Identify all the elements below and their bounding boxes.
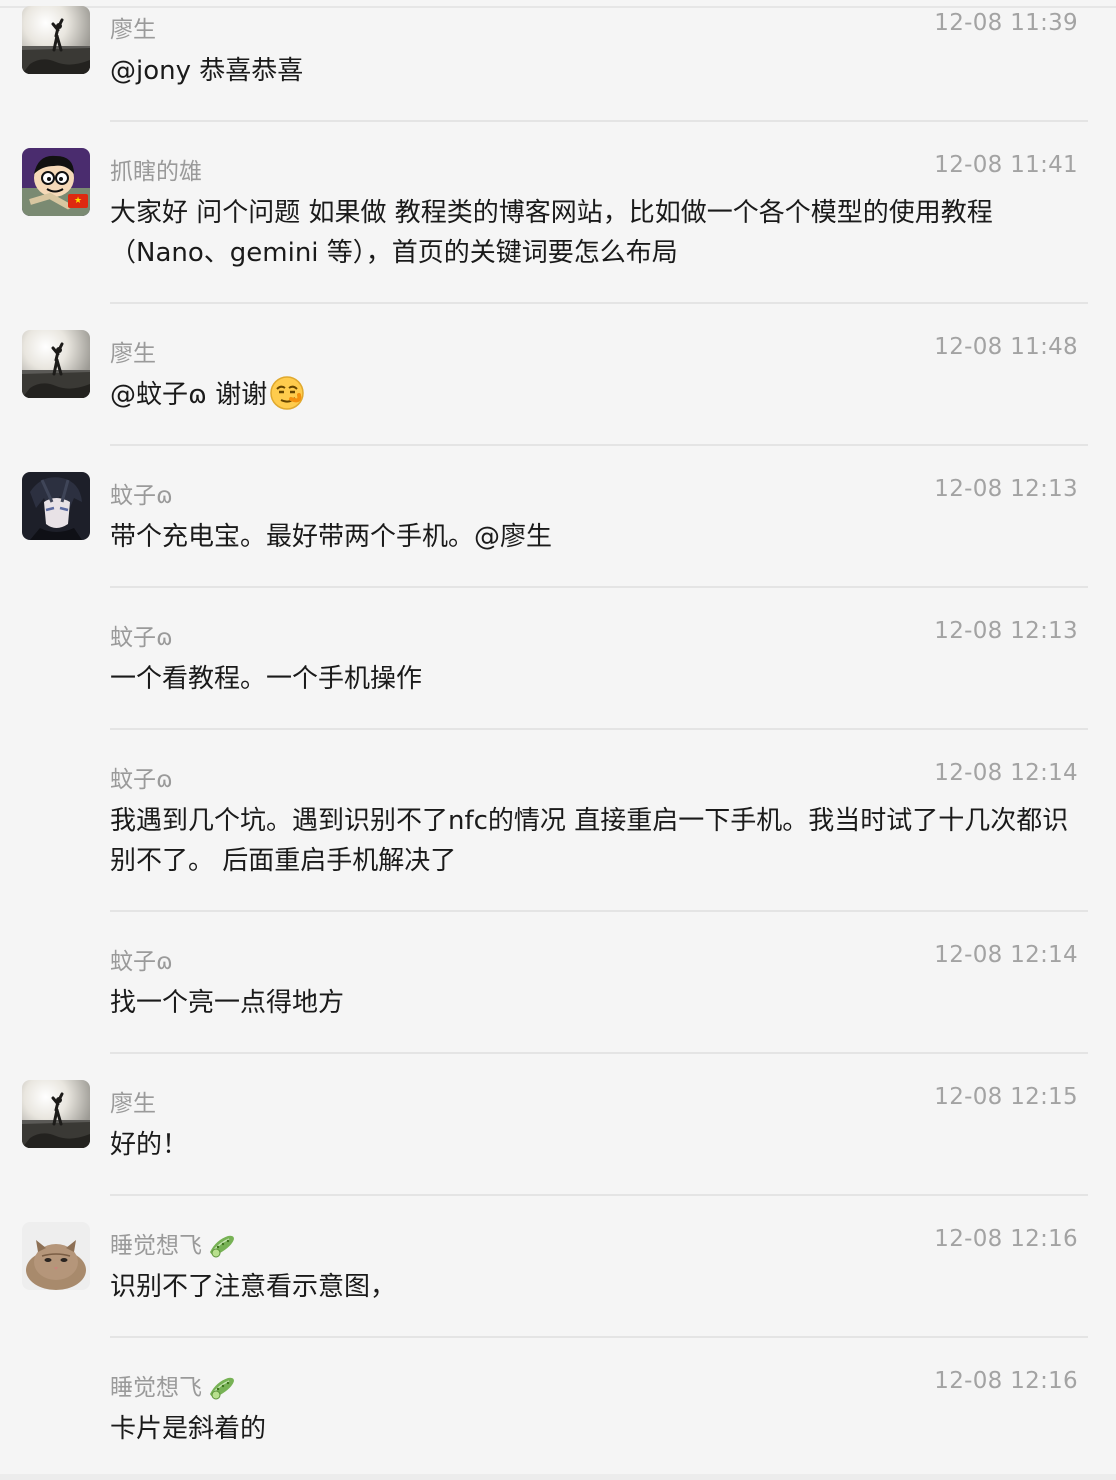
avatar[interactable] xyxy=(22,472,90,540)
message-timestamp: 12-08 12:14 xyxy=(934,942,1078,968)
message-text: 卡片是斜着的 xyxy=(110,1409,1080,1449)
message-text-content: 好的！ xyxy=(110,1130,189,1160)
china-flag-icon: ★ xyxy=(68,194,88,208)
message-text-content: @jony 恭喜恭喜 xyxy=(110,56,304,86)
message-text: 找一个亮一点得地方 xyxy=(110,983,1080,1023)
message-timestamp: 12-08 12:16 xyxy=(934,1226,1078,1252)
message-text: @jony 恭喜恭喜 xyxy=(110,51,1080,91)
message-text-content: 找一个亮一点得地方 xyxy=(110,988,345,1018)
message-divider xyxy=(110,910,1088,912)
cucumber-icon xyxy=(206,1372,238,1406)
message-timestamp: 12-08 11:48 xyxy=(934,334,1078,360)
sender-name-text: 廖生 xyxy=(110,17,156,43)
message-divider xyxy=(110,120,1088,122)
message-timestamp: 12-08 12:14 xyxy=(934,760,1078,786)
sender-name-text: 蚊子ɷ xyxy=(110,483,173,509)
message-divider xyxy=(110,1052,1088,1054)
message-divider xyxy=(110,302,1088,304)
sender-name-text: 蚊子ɷ xyxy=(110,767,173,793)
sender-name[interactable]: 蚊子ɷ xyxy=(110,476,173,510)
message-divider xyxy=(110,586,1088,588)
message-text-content: 一个看教程。一个手机操作 xyxy=(110,664,423,694)
sender-name-text: 睡觉想飞 xyxy=(110,1233,202,1259)
message-timestamp: 12-08 12:13 xyxy=(934,618,1078,644)
sender-name-text: 蚊子ɷ xyxy=(110,949,173,975)
message-timestamp: 12-08 12:16 xyxy=(934,1368,1078,1394)
message-text: 识别不了注意看示意图， xyxy=(110,1267,1080,1307)
sender-name[interactable]: 睡觉想飞 xyxy=(110,1368,238,1406)
top-divider xyxy=(0,6,1116,8)
message-text: 好的！ xyxy=(110,1125,1080,1165)
sender-name-text: 蚊子ɷ xyxy=(110,625,173,651)
avatar[interactable] xyxy=(22,1222,90,1290)
sender-name[interactable]: 廖生 xyxy=(110,334,156,368)
message-divider xyxy=(110,1194,1088,1196)
sender-name-text: 廖生 xyxy=(110,341,156,367)
sender-name[interactable]: 廖生 xyxy=(110,10,156,44)
cucumber-icon xyxy=(206,1230,238,1264)
sender-name[interactable]: 蚊子ɷ xyxy=(110,618,173,652)
message-text-content: 大家好 问个问题 如果做 教程类的博客网站，比如做一个各个模型的使用教程（Nan… xyxy=(110,198,993,268)
message-timestamp: 12-08 11:39 xyxy=(934,10,1078,36)
message-text: 带个充电宝。最好带两个手机。@廖生 xyxy=(110,517,1080,557)
message-timestamp: 12-08 11:41 xyxy=(934,152,1078,178)
message-text: @蚊子ɷ 谢谢 xyxy=(110,375,1080,423)
message-text-content: 我遇到几个坑。遇到识别不了nfc的情况 直接重启一下手机。我当时试了十几次都识别… xyxy=(110,806,1069,876)
avatar[interactable] xyxy=(22,330,90,398)
message-text-content: 识别不了注意看示意图， xyxy=(110,1272,397,1302)
avatar[interactable] xyxy=(22,6,90,74)
message-text-content: 卡片是斜着的 xyxy=(110,1414,267,1444)
message-divider xyxy=(110,1336,1088,1338)
message-timestamp: 12-08 12:13 xyxy=(934,476,1078,502)
message-text-content: @蚊子ɷ 谢谢 xyxy=(110,380,268,410)
sender-name-text: 廖生 xyxy=(110,1091,156,1117)
sender-name-text: 睡觉想飞 xyxy=(110,1375,202,1401)
sender-name[interactable]: 蚊子ɷ xyxy=(110,942,173,976)
message-timestamp: 12-08 12:15 xyxy=(934,1084,1078,1110)
sender-name[interactable]: 抓瞎的雄 xyxy=(110,152,202,186)
message-text: 我遇到几个坑。遇到识别不了nfc的情况 直接重启一下手机。我当时试了十几次都识别… xyxy=(110,801,1080,881)
message-text-content: 带个充电宝。最好带两个手机。@廖生 xyxy=(110,522,553,552)
message-divider xyxy=(110,728,1088,730)
message-divider xyxy=(110,444,1088,446)
message-text: 一个看教程。一个手机操作 xyxy=(110,659,1080,699)
sender-name[interactable]: 廖生 xyxy=(110,1084,156,1118)
sender-name-text: 抓瞎的雄 xyxy=(110,159,202,185)
sender-name[interactable]: 蚊子ɷ xyxy=(110,760,173,794)
sender-name[interactable]: 睡觉想飞 xyxy=(110,1226,238,1264)
bottom-edge xyxy=(0,1474,1116,1480)
message-text: 大家好 问个问题 如果做 教程类的博客网站，比如做一个各个模型的使用教程（Nan… xyxy=(110,193,1080,273)
smirk-emoji xyxy=(269,375,305,423)
avatar[interactable] xyxy=(22,1080,90,1148)
